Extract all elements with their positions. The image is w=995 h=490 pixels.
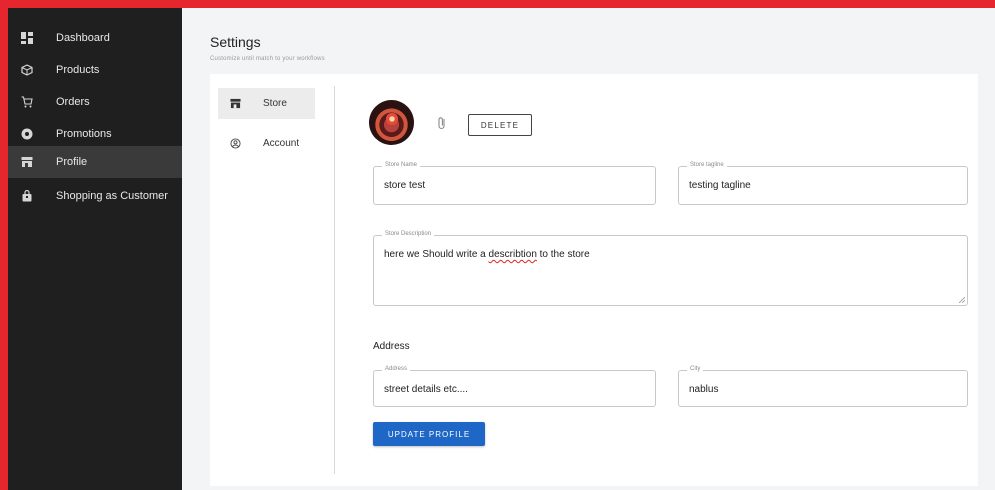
sidebar-item-label: Products xyxy=(56,64,100,76)
city-label: City xyxy=(687,366,704,372)
tab-label: Account xyxy=(263,138,300,149)
dashboard-icon xyxy=(20,31,34,45)
address-value: street details etc.... xyxy=(384,384,468,395)
sidebar: Dashboard Products Orders Promotions Pro… xyxy=(8,8,182,490)
sidebar-item-products[interactable]: Products xyxy=(8,54,182,86)
description-text-part: to the store xyxy=(536,249,590,260)
store-tagline-label: Store tagline xyxy=(687,162,727,168)
store-description-label: Store Description xyxy=(382,231,435,237)
tab-account[interactable]: Account xyxy=(218,128,315,159)
spellcheck-word: describtion xyxy=(488,249,537,260)
tab-label: Store xyxy=(263,98,287,109)
store-icon xyxy=(20,155,34,169)
app-frame: Dashboard Products Orders Promotions Pro… xyxy=(8,8,995,490)
page-subtitle: Customize until match to your workflows xyxy=(210,56,325,62)
sidebar-item-label: Dashboard xyxy=(56,32,110,44)
store-description-value: here we Should write a describtion to th… xyxy=(384,249,590,260)
delete-button[interactable]: DELETE xyxy=(468,114,532,136)
tab-store[interactable]: Store xyxy=(218,88,315,119)
store-tagline-field[interactable]: Store tagline testing tagline xyxy=(678,162,968,205)
resize-handle-icon[interactable] xyxy=(959,297,965,303)
address-section-title: Address xyxy=(373,341,410,352)
sidebar-item-label: Profile xyxy=(56,156,88,168)
cart-icon xyxy=(20,95,34,109)
bag-icon xyxy=(20,189,34,203)
address-field[interactable]: Address street details etc.... xyxy=(373,366,656,407)
settings-card: Store Account DELETE Store Name store te… xyxy=(210,74,978,486)
page-title: Settings xyxy=(210,34,261,50)
store-name-label: Store Name xyxy=(382,162,421,168)
sidebar-item-profile[interactable]: Profile xyxy=(8,146,182,178)
sidebar-item-shopping-as-customer[interactable]: Shopping as Customer xyxy=(8,180,182,212)
sidebar-item-label: Orders xyxy=(56,96,90,108)
account-icon xyxy=(229,138,241,150)
description-text-part: here we Should write a xyxy=(384,249,489,260)
gear-icon xyxy=(20,127,34,141)
store-icon xyxy=(229,98,241,110)
address-label: Address xyxy=(382,366,411,372)
sidebar-item-orders[interactable]: Orders xyxy=(8,86,182,118)
update-profile-button[interactable]: UPDATE PROFILE xyxy=(373,422,485,446)
city-field[interactable]: City nablus xyxy=(678,366,968,407)
store-tagline-value: testing tagline xyxy=(689,180,751,191)
box-icon xyxy=(20,63,34,77)
store-name-field[interactable]: Store Name store test xyxy=(373,162,656,205)
attach-icon[interactable] xyxy=(436,116,448,130)
sidebar-item-label: Shopping as Customer xyxy=(56,190,168,202)
store-avatar[interactable] xyxy=(369,100,414,145)
tabs-divider xyxy=(334,86,335,474)
sidebar-item-dashboard[interactable]: Dashboard xyxy=(8,22,182,54)
city-value: nablus xyxy=(689,384,719,395)
store-description-field[interactable]: Store Description here we Should write a… xyxy=(373,231,968,306)
sidebar-item-label: Promotions xyxy=(56,128,112,140)
store-name-value: store test xyxy=(384,180,426,191)
